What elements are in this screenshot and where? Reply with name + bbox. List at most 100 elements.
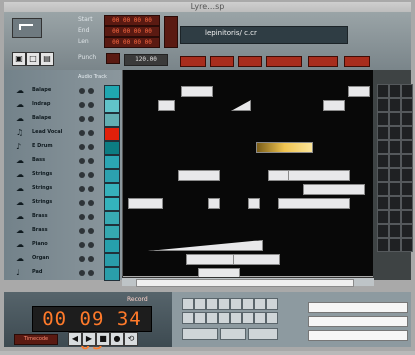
mute-dot[interactable] <box>88 158 94 164</box>
track-row[interactable]: ☁ Brass <box>4 210 122 225</box>
grid-cell[interactable] <box>377 98 389 112</box>
mute-dot[interactable] <box>88 116 94 122</box>
track-color-swatch[interactable] <box>104 239 120 253</box>
track-row[interactable]: ♪ E Drum <box>4 140 122 155</box>
grid-cell[interactable] <box>401 84 413 98</box>
grid-cell[interactable] <box>401 224 413 238</box>
mini-button[interactable] <box>344 56 370 67</box>
record-icon[interactable]: ● <box>110 332 124 346</box>
track-row[interactable]: ☁ Bass <box>4 154 122 169</box>
record-arm-dot[interactable] <box>79 186 85 192</box>
track-color-swatch[interactable] <box>104 113 120 127</box>
record-arm-dot[interactable] <box>79 130 85 136</box>
info-field[interactable] <box>308 302 408 313</box>
transport-grid-button[interactable] <box>254 298 266 310</box>
track-row[interactable]: ☁ Indrap <box>4 98 122 113</box>
grid-cell[interactable] <box>377 112 389 126</box>
transport-grid-button[interactable] <box>242 298 254 310</box>
track-row[interactable]: ☁ Strings <box>4 182 122 197</box>
audio-region[interactable] <box>323 100 345 111</box>
track-color-swatch[interactable] <box>104 253 120 267</box>
audio-region[interactable] <box>303 184 365 195</box>
grid-cell[interactable] <box>401 154 413 168</box>
grid-cell[interactable] <box>377 154 389 168</box>
save-icon[interactable]: ▣ <box>12 52 26 66</box>
transport-grid-button[interactable] <box>254 312 266 324</box>
grid-cell[interactable] <box>401 112 413 126</box>
grid-cell[interactable] <box>389 112 401 126</box>
transport-grid-button[interactable] <box>182 298 194 310</box>
grid-cell[interactable] <box>401 196 413 210</box>
mini-button[interactable] <box>180 56 206 67</box>
track-color-swatch[interactable] <box>104 225 120 239</box>
transport-grid-button[interactable] <box>230 312 242 324</box>
track-color-swatch[interactable] <box>104 183 120 197</box>
grid-cell[interactable] <box>389 126 401 140</box>
app-menu-icon[interactable] <box>12 18 42 38</box>
record-arm-dot[interactable] <box>79 102 85 108</box>
transport-wide-button[interactable] <box>182 328 218 340</box>
transport-grid-button[interactable] <box>218 312 230 324</box>
grid-cell[interactable] <box>389 210 401 224</box>
mute-dot[interactable] <box>88 144 94 150</box>
transport-grid-button[interactable] <box>242 312 254 324</box>
track-color-swatch[interactable] <box>104 169 120 183</box>
grid-cell[interactable] <box>377 182 389 196</box>
grid-cell[interactable] <box>377 196 389 210</box>
record-arm-dot[interactable] <box>79 116 85 122</box>
audio-region[interactable] <box>231 100 251 111</box>
track-row[interactable]: ☁ Balape <box>4 84 122 99</box>
audio-region[interactable] <box>288 170 350 181</box>
track-row[interactable]: ☁ Piano <box>4 238 122 253</box>
locator-display[interactable]: 00 00 00 00 <box>104 37 160 48</box>
mute-dot[interactable] <box>88 88 94 94</box>
mute-dot[interactable] <box>88 242 94 248</box>
mini-button[interactable] <box>266 56 302 67</box>
grid-cell[interactable] <box>401 182 413 196</box>
mute-dot[interactable] <box>88 214 94 220</box>
audio-region[interactable] <box>348 86 370 97</box>
punch-toggle[interactable] <box>106 53 120 64</box>
record-arm-dot[interactable] <box>79 256 85 262</box>
grid-cell[interactable] <box>389 224 401 238</box>
mute-dot[interactable] <box>88 200 94 206</box>
folder-icon[interactable]: □ <box>26 52 40 66</box>
grid-cell[interactable] <box>401 210 413 224</box>
grid-cell[interactable] <box>377 84 389 98</box>
track-color-swatch[interactable] <box>104 155 120 169</box>
transport-grid-button[interactable] <box>194 298 206 310</box>
grid-cell[interactable] <box>377 140 389 154</box>
horizontal-scrollbar[interactable] <box>122 277 374 287</box>
mute-dot[interactable] <box>88 186 94 192</box>
grid-cell[interactable] <box>389 84 401 98</box>
grid-cell[interactable] <box>377 224 389 238</box>
track-row[interactable]: ☁ Balape <box>4 112 122 127</box>
grid-cell[interactable] <box>389 196 401 210</box>
transport-grid-button[interactable] <box>182 312 194 324</box>
grid-cell[interactable] <box>389 168 401 182</box>
grid-cell[interactable] <box>401 98 413 112</box>
audio-region[interactable] <box>128 198 163 209</box>
mute-dot[interactable] <box>88 102 94 108</box>
locator-display[interactable]: 00 00 00 00 <box>104 26 160 37</box>
track-color-swatch[interactable] <box>104 127 120 141</box>
loop-icon[interactable]: ⟲ <box>124 332 138 346</box>
scrollbar-thumb[interactable] <box>136 279 354 287</box>
audio-region[interactable] <box>268 170 290 181</box>
grid-cell[interactable] <box>401 168 413 182</box>
play-icon[interactable]: ▶ <box>82 332 96 346</box>
grid-cell[interactable] <box>377 210 389 224</box>
record-arm-dot[interactable] <box>79 144 85 150</box>
transport-wide-button[interactable] <box>220 328 246 340</box>
grid-cell[interactable] <box>389 140 401 154</box>
clock-mode-selector[interactable]: Timecode <box>14 334 58 345</box>
track-row[interactable]: ☁ Brass <box>4 224 122 239</box>
record-arm-dot[interactable] <box>79 88 85 94</box>
transport-grid-button[interactable] <box>194 312 206 324</box>
locator-display[interactable]: 00 00 00 00 <box>104 15 160 26</box>
mini-button[interactable] <box>238 56 262 67</box>
audio-region[interactable] <box>158 100 175 111</box>
track-row[interactable]: ☁ Strings <box>4 196 122 211</box>
transport-wide-button[interactable] <box>248 328 278 340</box>
mini-button[interactable] <box>210 56 234 67</box>
